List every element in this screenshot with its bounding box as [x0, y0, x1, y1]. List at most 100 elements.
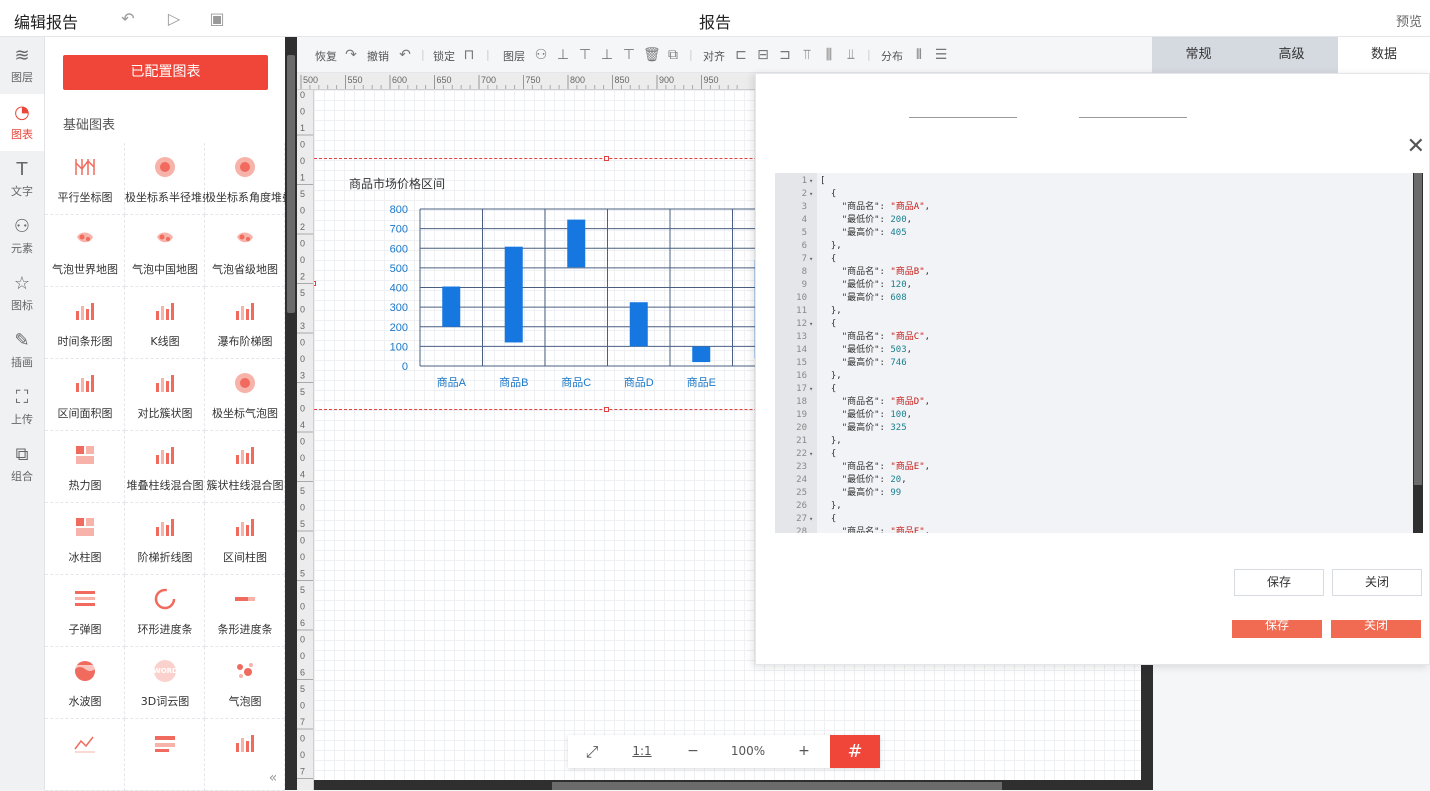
chart-type-item[interactable]: 水波图 — [45, 647, 125, 719]
chart-type-item[interactable]: 条形进度条 — [205, 575, 285, 647]
editor-scrollbar[interactable] — [1413, 173, 1423, 533]
tab-general[interactable]: 常规 — [1152, 37, 1245, 73]
chart-type-item[interactable]: 堆叠柱线混合图 — [125, 431, 205, 503]
chart-type-item[interactable]: 平行坐标图 — [45, 143, 125, 215]
chart-type-item[interactable]: 时间条形图 — [45, 287, 125, 359]
close-button[interactable]: 关闭 — [1332, 569, 1422, 596]
play-icon[interactable]: ▷ — [164, 9, 184, 29]
chart-type-item[interactable]: 区间柱图 — [205, 503, 285, 575]
chart-type-item[interactable]: 瀑布阶梯图 — [205, 287, 285, 359]
chart-type-item[interactable]: 对比簇状图 — [125, 359, 205, 431]
nav-item-icons[interactable]: ☆ 图标 — [0, 265, 44, 322]
bring-front-icon[interactable]: ⊥ — [599, 47, 615, 63]
close-icon[interactable]: ✕ — [1407, 136, 1425, 158]
align-center-icon[interactable]: ⊟ — [755, 47, 771, 63]
redo-icon[interactable]: ↷ — [343, 47, 359, 63]
align-left-icon[interactable]: ⊏ — [733, 47, 749, 63]
range-bar[interactable] — [442, 286, 461, 327]
chart-type-item[interactable]: 热力图 — [45, 431, 125, 503]
top-bar: 编辑报告 ↶ ▷ ▣ 报告 预览 — [0, 0, 1430, 37]
bring-up-icon[interactable]: ⊥ — [555, 47, 571, 63]
actual-size-button[interactable]: 1:1 — [616, 735, 668, 768]
chart-type-item[interactable]: 环形进度条 — [125, 575, 205, 647]
scroll-thumb[interactable] — [1414, 173, 1422, 485]
fold-toggle-icon[interactable]: ▾ — [809, 188, 813, 201]
chart-type-item[interactable]: 气泡中国地图 — [125, 215, 205, 287]
nav-item-layers[interactable]: ≋ 图层 — [0, 37, 44, 94]
line-number: 23 — [796, 462, 807, 472]
scroll-thumb[interactable] — [287, 55, 295, 313]
left-panel-scrollbar[interactable] — [285, 37, 297, 790]
range-bar[interactable] — [567, 219, 586, 268]
delete-icon[interactable]: 🗑 — [643, 47, 661, 63]
align-top-icon[interactable]: ⫪ — [799, 47, 815, 63]
align-bottom-icon[interactable]: ⫫ — [843, 47, 859, 63]
nav-item-charts[interactable]: ◔ 图表 — [0, 94, 44, 151]
close-button-secondary[interactable]: 关闭 — [1331, 620, 1421, 638]
range-bar[interactable] — [504, 246, 523, 343]
send-back-icon[interactable]: ⊤ — [621, 47, 637, 63]
undo-label[interactable]: 撤销 — [367, 48, 389, 64]
copy-icon[interactable]: ⧉ — [665, 47, 681, 63]
fit-screen-icon[interactable]: ⤢ — [568, 735, 616, 768]
grid-toggle-icon[interactable]: # — [830, 735, 880, 768]
json-code-editor[interactable]: 1 ▾[2 ▾ {3 "商品名": "商品A", 4 "最低价": 200, 5 "最高… — [775, 173, 1423, 533]
chart-type-item[interactable]: K线图 — [125, 287, 205, 359]
chart-type-label: 气泡图 — [228, 695, 262, 708]
undo-icon[interactable]: ↶ — [118, 9, 138, 29]
code-text: { — [820, 384, 837, 394]
chart-type-item[interactable]: 阶梯折线图 — [125, 503, 205, 575]
chart-type-item[interactable]: 冰柱图 — [45, 503, 125, 575]
nav-item-elements[interactable]: ⚇ 元素 — [0, 208, 44, 265]
canvas-horizontal-scrollbar[interactable] — [314, 780, 1141, 790]
chart-type-item[interactable]: 簇状柱线混合图 — [205, 431, 285, 503]
chart-type-item[interactable]: 子弹图 — [45, 575, 125, 647]
configured-charts-button[interactable]: 已配置图表 — [63, 55, 268, 90]
align-middle-icon[interactable]: ⫼ — [821, 47, 837, 63]
nav-item-text[interactable]: T 文字 — [0, 151, 44, 208]
ruler-label: 650 — [437, 75, 452, 85]
chart-type-item[interactable]: 区间面积图 — [45, 359, 125, 431]
chart-type-item[interactable]: 气泡省级地图 — [205, 215, 285, 287]
fold-toggle-icon[interactable]: ▾ — [809, 318, 813, 331]
chart-type-item[interactable]: 极坐标气泡图 — [205, 359, 285, 431]
nav-item-group[interactable]: ⧉ 组合 — [0, 436, 44, 493]
zoom-out-button[interactable]: − — [668, 735, 718, 768]
collapse-panel-icon[interactable]: « — [261, 770, 285, 786]
group-layer-icon[interactable]: ⚇ — [533, 47, 549, 63]
undo-icon[interactable]: ↶ — [397, 47, 413, 63]
chart-type-item[interactable] — [45, 719, 125, 791]
chart-type-item[interactable]: 极坐标系角度堆叠 — [205, 143, 285, 215]
align-right-icon[interactable]: ⊐ — [777, 47, 793, 63]
lock-icon[interactable]: ⊓ — [461, 47, 477, 63]
lock-label[interactable]: 锁定 — [433, 48, 455, 64]
save-icon[interactable]: ▣ — [207, 9, 227, 29]
chart-type-item[interactable]: WORD 3D词云图 — [125, 647, 205, 719]
fold-toggle-icon[interactable]: ▾ — [809, 448, 813, 461]
tab-data[interactable]: 数据 — [1338, 37, 1430, 73]
chart-type-item[interactable]: 气泡图 — [205, 647, 285, 719]
nav-item-illustrations[interactable]: ✎ 插画 — [0, 322, 44, 379]
fold-toggle-icon[interactable]: ▾ — [809, 513, 813, 526]
redo-label[interactable]: 恢复 — [315, 48, 337, 64]
range-bar[interactable] — [629, 302, 648, 347]
range-bar[interactable] — [692, 346, 711, 363]
distribute-vertical-icon[interactable]: ☰ — [933, 47, 949, 63]
fold-toggle-icon[interactable]: ▾ — [809, 383, 813, 396]
zoom-in-button[interactable]: + — [778, 735, 830, 768]
tab-advanced[interactable]: 高级 — [1245, 37, 1338, 73]
send-down-icon[interactable]: ⊤ — [577, 47, 593, 63]
chart-type-item[interactable] — [125, 719, 205, 791]
code-line: 28 "商品名": "商品F", — [775, 526, 1415, 533]
save-button[interactable]: 保存 — [1234, 569, 1324, 596]
distribute-horizontal-icon[interactable]: ⫴ — [911, 47, 927, 63]
ruler-label: 0 — [300, 90, 305, 100]
chart-type-item[interactable]: 气泡世界地图 — [45, 215, 125, 287]
nav-item-upload[interactable]: ⛶ 上传 — [0, 379, 44, 436]
fold-toggle-icon[interactable]: ▾ — [809, 253, 813, 266]
fold-toggle-icon[interactable]: ▾ — [809, 175, 813, 188]
preview-button[interactable]: 预览 — [1396, 11, 1422, 30]
chart-type-item[interactable]: 极坐标系半径堆叠 — [125, 143, 205, 215]
scroll-thumb[interactable] — [552, 782, 1002, 790]
save-button-secondary[interactable]: 保存 — [1232, 620, 1322, 638]
